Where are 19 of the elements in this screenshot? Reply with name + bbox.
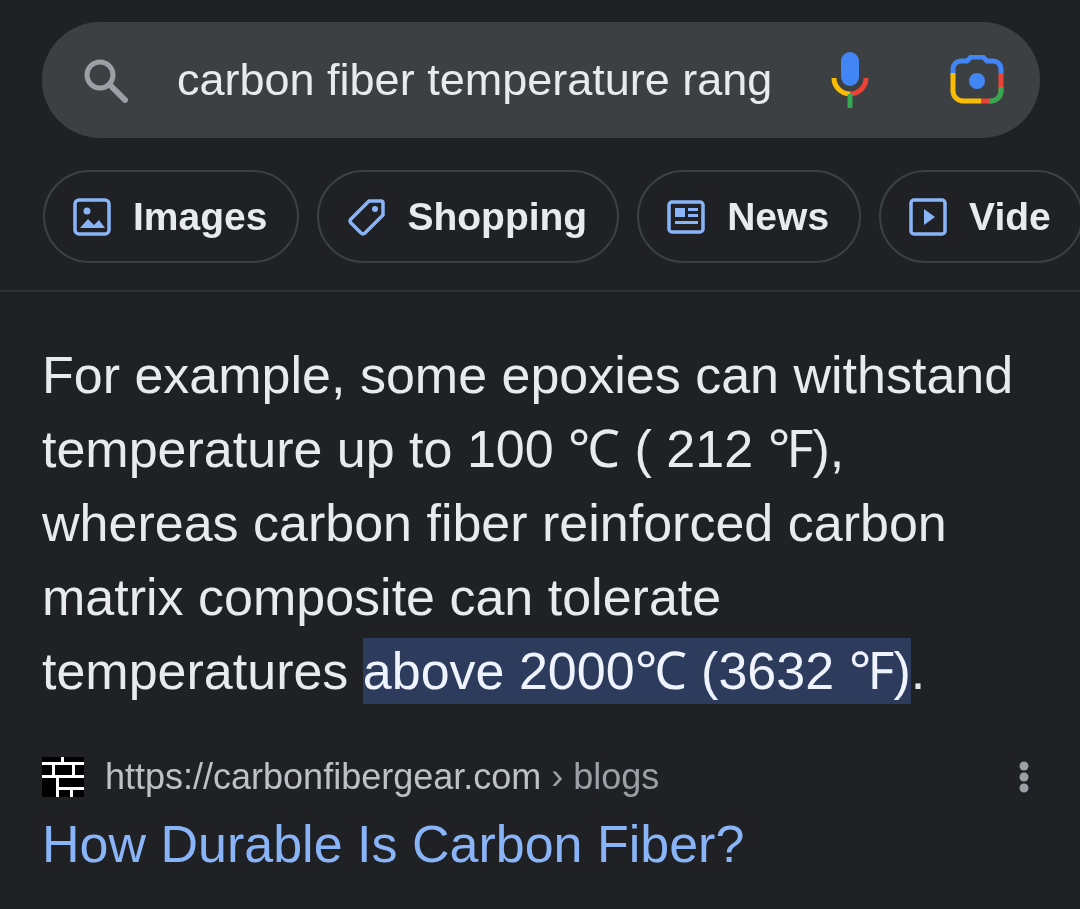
featured-snippet-text: For example, some epoxies can withstand temperature up to 100 ℃ ( 212 ℉), whereas carbon fiber reinforced carbon matrix composite can tolerate temperatures above 2000℃ (3632 ℉). <box>0 338 1080 708</box>
search-bar[interactable]: carbon fiber temperature rang <box>42 22 1040 138</box>
result-breadcrumb: › blogs <box>551 756 660 798</box>
play-icon <box>909 197 948 236</box>
microphone-icon[interactable] <box>831 52 869 108</box>
result-title-link[interactable]: How Durable Is Carbon Fiber? <box>42 814 745 874</box>
result-url: https://carbonfibergear.com <box>105 756 542 798</box>
camera-lens-icon[interactable] <box>949 55 1005 105</box>
filter-chip[interactable]: News <box>637 170 862 263</box>
image-icon <box>73 197 111 236</box>
filter-chip[interactable]: Images <box>43 170 300 263</box>
site-favicon-icon <box>42 757 84 797</box>
filter-chip[interactable]: Vide <box>879 170 1080 263</box>
search-icon[interactable] <box>82 57 128 103</box>
tag-icon <box>347 197 386 236</box>
newspaper-icon <box>667 197 706 236</box>
filter-chip[interactable]: Shopping <box>317 170 620 263</box>
more-options-icon[interactable] <box>1018 761 1030 793</box>
search-field[interactable]: carbon fiber temperature rang <box>177 54 787 106</box>
